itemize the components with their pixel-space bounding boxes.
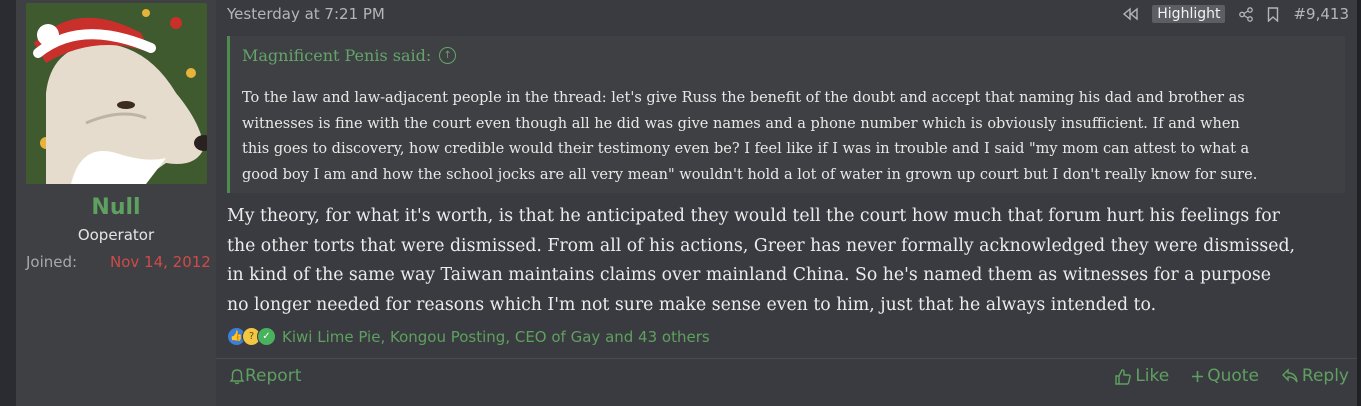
quote-block: Magnificent Penis said: ↑ To the law and… [227,36,1345,193]
joined-date: Nov 14, 2012 [110,253,211,271]
post-number[interactable]: #9,413 [1293,5,1349,23]
post-tools: Highlight #9,413 [1108,4,1349,24]
avatar[interactable] [26,3,207,184]
footer-divider [216,358,1357,359]
quote-line: To the law and law-adjacent people in th… [242,90,1245,106]
quote-author[interactable]: Magnificent Penis said: [242,46,431,65]
report-label[interactable]: Report [245,366,301,386]
username[interactable]: Null [16,195,216,220]
body-line: no longer needed for reasons which I'm n… [227,294,1157,315]
quote-line: good boy I am and how the school jocks a… [242,166,1258,183]
joined-label: Joined: [26,253,78,271]
reply-arrow-icon [1281,368,1298,383]
report-button[interactable]: Report [229,366,301,386]
bell-icon [229,368,245,384]
bookmark-icon[interactable] [1267,6,1279,22]
body-line: the other torts that were dismissed. Fro… [227,235,1296,256]
quote-line: this goes to discovery, how credible wou… [242,141,1250,157]
reactions-bar[interactable]: 👍 ? ✓ Kiwi Lime Pie, Kongou Posting, CEO… [227,327,710,346]
reactions-list[interactable]: Kiwi Lime Pie, Kongou Posting, CEO of Ga… [282,328,710,346]
footer-actions: Like Quote Reply [1092,366,1349,386]
plus-icon [1192,370,1204,382]
post-body: My theory, for what it's worth, is that … [227,202,1347,320]
highlight-button[interactable]: Highlight [1152,5,1226,23]
arrow-up-circle-icon[interactable]: ↑ [439,47,457,64]
user-title: Ooperator [77,226,155,244]
quote-line: witnesses is fine with the court even th… [242,115,1240,132]
rewind-icon[interactable] [1122,7,1138,21]
thumbs-up-icon [1115,368,1132,385]
like-button[interactable]: Like [1114,366,1169,386]
quote-button[interactable]: Quote [1191,366,1259,386]
quote-body: To the law and law-adjacent people in th… [242,86,1342,188]
share-icon[interactable] [1239,6,1254,22]
body-line: in kind of the same way Taiwan maintains… [227,265,1271,285]
post-date[interactable]: Yesterday at 7:21 PM [227,5,385,23]
scroll-edge [1357,0,1361,406]
body-line: My theory, for what it's worth, is that … [227,206,1280,226]
quote-header[interactable]: Magnificent Penis said: ↑ [242,46,457,65]
reply-label[interactable]: Reply [1302,366,1349,386]
like-label[interactable]: Like [1135,366,1169,386]
reply-button[interactable]: Reply [1281,366,1349,386]
checkmark-reaction-icon: ✓ [257,327,276,346]
quote-label[interactable]: Quote [1207,366,1259,386]
